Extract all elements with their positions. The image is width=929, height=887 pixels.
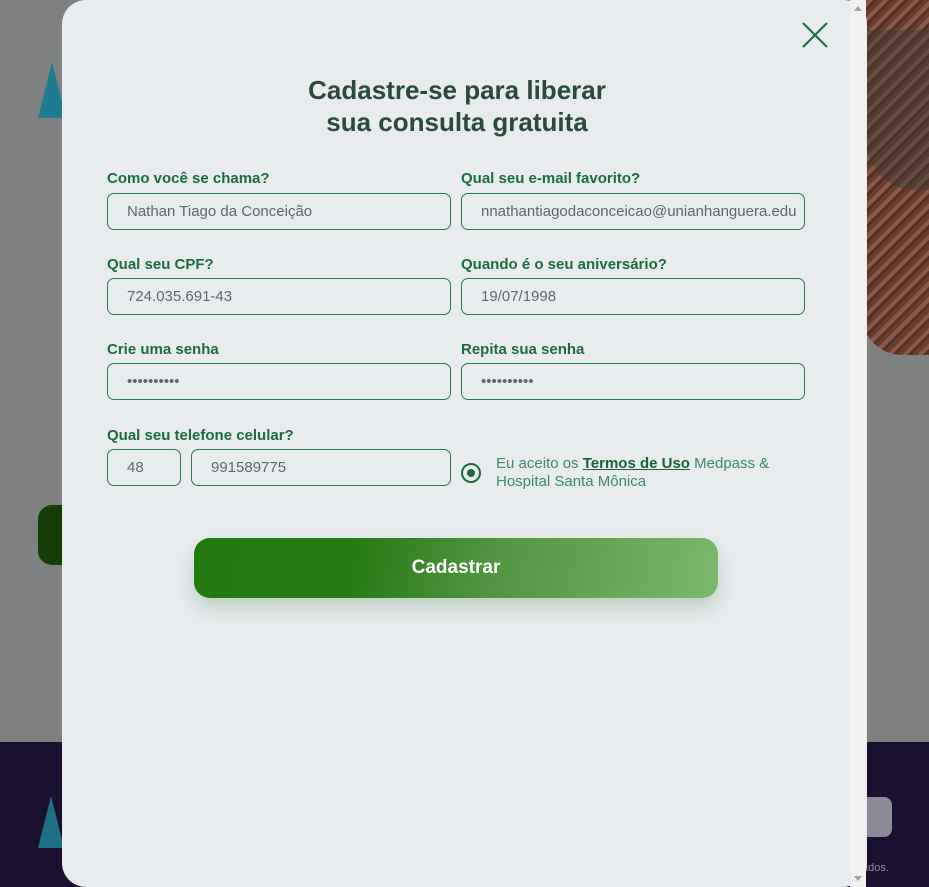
signup-modal: Cadastre-se para liberar sua consulta gr…	[62, 0, 867, 887]
terms-text: Eu aceito os Termos de Uso Medpass & Hos…	[496, 455, 776, 491]
email-input[interactable]: nnathantiagodaconceicao@unianhanguera.ed…	[461, 193, 805, 230]
birthday-input[interactable]: 19/07/1998	[461, 278, 805, 315]
name-label: Como você se chama?	[107, 170, 270, 187]
phone-ddd-input[interactable]: 48	[107, 449, 181, 486]
password-label: Crie uma senha	[107, 341, 219, 358]
password-repeat-label: Repita sua senha	[461, 341, 585, 358]
birthday-label: Quando é o seu aniversário?	[461, 256, 667, 273]
terms-radio[interactable]	[461, 463, 481, 483]
close-icon[interactable]	[800, 20, 830, 50]
scroll-up-icon[interactable]	[854, 6, 862, 11]
cpf-input[interactable]: 724.035.691-43	[107, 278, 451, 315]
phone-number-input[interactable]: 991589775	[191, 449, 451, 486]
phone-label: Qual seu telefone celular?	[107, 427, 294, 444]
terms-prefix: Eu aceito os	[496, 455, 583, 472]
title-line-2: sua consulta gratuita	[326, 107, 588, 137]
footer-logo	[38, 796, 64, 848]
email-label: Qual seu e-mail favorito?	[461, 170, 641, 187]
scrollbar[interactable]	[850, 0, 866, 887]
cpf-label: Qual seu CPF?	[107, 256, 214, 273]
submit-button[interactable]: Cadastrar	[194, 538, 718, 598]
scroll-down-icon[interactable]	[854, 876, 862, 881]
modal-title: Cadastre-se para liberar sua consulta gr…	[62, 74, 852, 138]
title-line-1: Cadastre-se para liberar	[308, 75, 606, 105]
name-input[interactable]: Nathan Tiago da Conceição	[107, 193, 451, 230]
password-repeat-input[interactable]: ••••••••••	[461, 363, 805, 400]
password-input[interactable]: ••••••••••	[107, 363, 451, 400]
background-photo-shadow	[866, 30, 929, 190]
terms-link[interactable]: Termos de Uso	[583, 455, 690, 472]
